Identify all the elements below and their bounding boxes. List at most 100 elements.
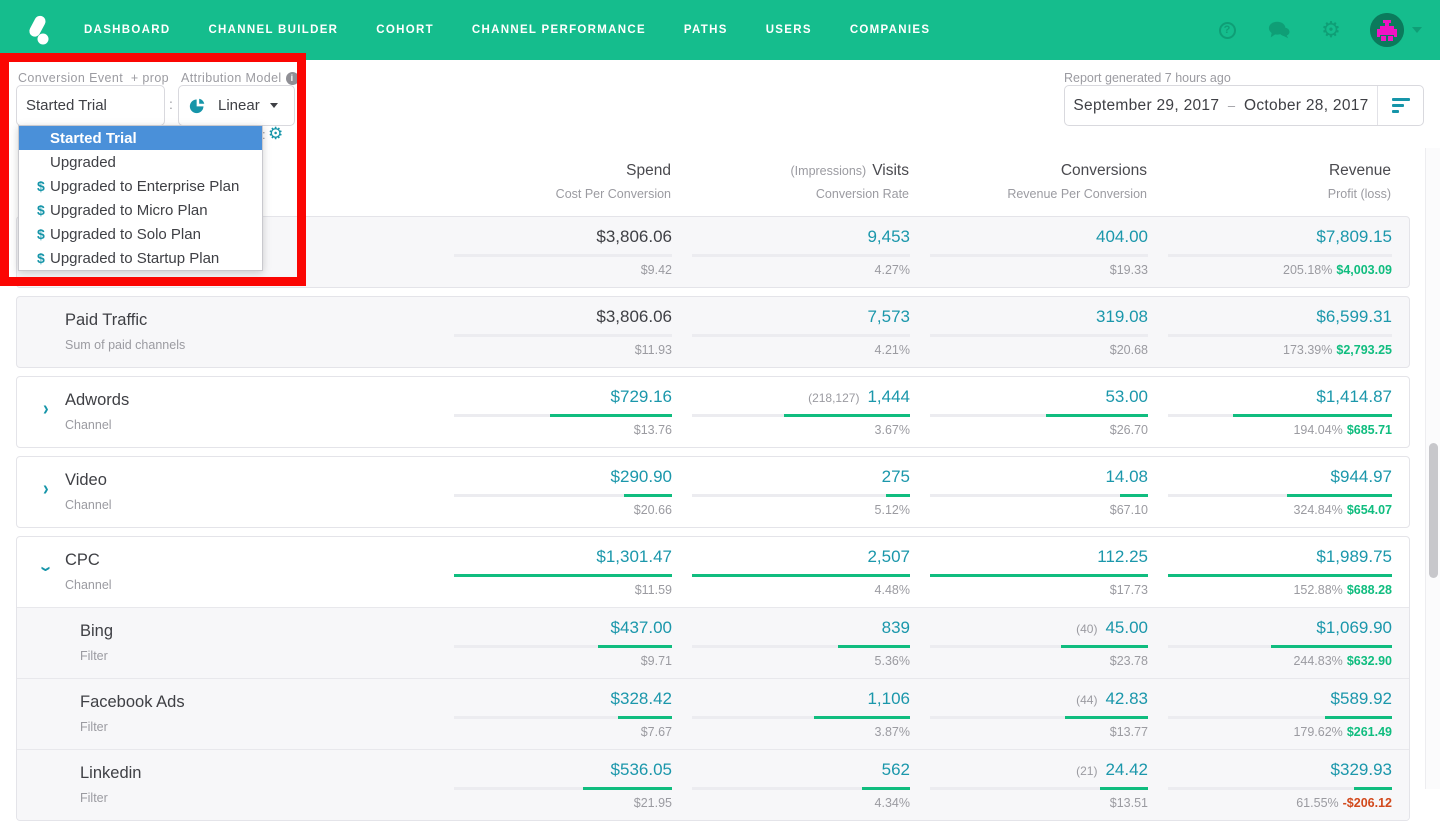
scrollbar-thumb[interactable] (1429, 443, 1438, 578)
row-subtitle: Filter (80, 791, 108, 805)
conversions-cell: (40) 45.00 $23.78 (910, 618, 1148, 668)
conversions-cell: 319.08 $20.68 (910, 307, 1148, 357)
spend-cell: $3,806.06 $9.42 (434, 227, 672, 277)
expand-chevron-right-icon[interactable]: › (43, 477, 49, 501)
table-row: › Video Channel $290.90 $20.66 275 5.12%… (17, 457, 1409, 527)
paid-traffic-card: Paid Traffic Sum of paid channels $3,806… (16, 296, 1410, 368)
date-filter-icon[interactable] (1377, 86, 1423, 125)
dollar-icon: $ (37, 202, 45, 218)
row-subtitle: Channel (65, 498, 112, 512)
spend-cell: $1,301.47 $11.59 (434, 547, 672, 597)
dropdown-item-upgraded-enterprise[interactable]: $ Upgraded to Enterprise Plan (19, 174, 262, 198)
spend-cell: $536.05 $21.95 (434, 760, 672, 810)
table-row: Bing Filter $437.00 $9.71 839 5.36% (40)… (17, 607, 1409, 678)
event-model-separator: : (169, 96, 173, 112)
conversions-cell: 14.08 $67.10 (910, 467, 1148, 517)
table-row: › Adwords Channel $729.16 $13.76 (218,12… (17, 377, 1409, 447)
spend-cell: $290.90 $20.66 (434, 467, 672, 517)
visits-cell: 1,106 3.87% (672, 689, 910, 739)
nav-item-cohort[interactable]: COHORT (376, 24, 434, 36)
spend-cell: $437.00 $9.71 (434, 618, 672, 668)
row-subtitle: Sum of paid channels (65, 338, 186, 352)
assisted-count: (21) (1076, 764, 1098, 778)
spend-cell: $729.16 $13.76 (434, 387, 672, 437)
settings-gear-icon[interactable]: ⚙ (1320, 19, 1342, 41)
date-range-text: September 29, 2017 – October 28, 2017 (1073, 96, 1369, 114)
dropdown-item-upgraded-micro[interactable]: $ Upgraded to Micro Plan (19, 198, 262, 222)
nav-right-icons: ? ⚙ (1186, 13, 1422, 47)
revenue-cell: $7,809.15 205.18% $4,003.09 (1148, 227, 1392, 277)
row-subtitle: Channel (65, 418, 112, 432)
row-subtitle: Filter (80, 649, 108, 663)
nav-item-paths[interactable]: PATHS (684, 24, 728, 36)
dropdown-item-upgraded-startup[interactable]: $ Upgraded to Startup Plan (19, 246, 262, 270)
table-row: › CPC Channel $1,301.47 $11.59 2,507 4.4… (17, 537, 1409, 607)
column-header-spend: Spend Cost Per Conversion (555, 162, 671, 201)
conversions-cell: 404.00 $19.33 (910, 227, 1148, 277)
info-icon[interactable]: i (285, 71, 299, 85)
row-settings-gear-icon[interactable]: ⚙ (268, 124, 283, 144)
visits-cell: 839 5.36% (672, 618, 910, 668)
video-card: › Video Channel $290.90 $20.66 275 5.12%… (16, 456, 1410, 528)
date-range-picker[interactable]: September 29, 2017 – October 28, 2017 (1064, 85, 1424, 126)
nav-item-dashboard[interactable]: DASHBOARD (84, 24, 170, 36)
assisted-count: (40) (1076, 622, 1098, 636)
row-title: Facebook Ads (80, 693, 185, 711)
visits-cell: (218,127) 1,444 3.67% (672, 387, 910, 437)
dropdown-item-upgraded-solo[interactable]: $ Upgraded to Solo Plan (19, 222, 262, 246)
conversion-event-label: Conversion Event + prop (18, 71, 170, 85)
revenue-cell: $6,599.31 173.39% $2,793.25 (1148, 307, 1392, 357)
attribution-logo-icon[interactable] (20, 13, 54, 47)
visits-cell: 9,453 4.27% (672, 227, 910, 277)
avatar-chevron-down-icon[interactable] (1412, 27, 1422, 33)
conversions-cell: 112.25 $17.73 (910, 547, 1148, 597)
conversions-cell: 53.00 $26.70 (910, 387, 1148, 437)
revenue-cell: $589.92 179.62% $261.49 (1148, 689, 1392, 739)
column-header-visits: (Impressions) Visits Conversion Rate (790, 162, 909, 201)
nav-item-channel-performance[interactable]: CHANNEL PERFORMANCE (472, 24, 646, 36)
chat-icon[interactable] (1268, 19, 1290, 41)
row-title: Video (65, 471, 107, 489)
dollar-icon: $ (37, 226, 45, 242)
table-row: Linkedin Filter $536.05 $21.95 562 4.34%… (17, 749, 1409, 820)
revenue-cell: $1,414.87 194.04% $685.71 (1148, 387, 1392, 437)
top-nav: DASHBOARD CHANNEL BUILDER COHORT CHANNEL… (0, 0, 1440, 60)
column-header-conversions: Conversions Revenue Per Conversion (1007, 162, 1147, 201)
nav-item-users[interactable]: USERS (766, 24, 812, 36)
row-subtitle: Filter (80, 720, 108, 734)
conversions-cell: (44) 42.83 $13.77 (910, 689, 1148, 739)
spend-cell: $3,806.06 $11.93 (434, 307, 672, 357)
row-title: Bing (80, 622, 114, 640)
assisted-count: (44) (1076, 693, 1098, 707)
dropdown-item-upgraded[interactable]: Upgraded (19, 150, 262, 174)
cpc-group-card: › CPC Channel $1,301.47 $11.59 2,507 4.4… (16, 536, 1410, 821)
row-title: Linkedin (80, 764, 142, 782)
visits-cell: 2,507 4.48% (672, 547, 910, 597)
row-title: Paid Traffic (65, 311, 148, 329)
pie-chart-icon (189, 98, 205, 114)
revenue-cell: $944.97 324.84% $654.07 (1148, 467, 1392, 517)
impressions-count: (218,127) (808, 391, 860, 405)
attribution-model-select[interactable]: Linear (178, 85, 295, 126)
collapse-chevron-down-icon[interactable]: › (34, 566, 58, 572)
dollar-icon: $ (37, 250, 45, 266)
revenue-cell: $1,069.90 244.83% $632.90 (1148, 618, 1392, 668)
dropdown-item-started-trial[interactable]: Started Trial (19, 126, 262, 150)
attribution-model-value: Linear (218, 97, 260, 114)
vertical-scrollbar (1425, 148, 1440, 789)
conversion-event-input[interactable] (16, 85, 165, 126)
expand-chevron-right-icon[interactable]: › (43, 397, 49, 421)
nav-menu: DASHBOARD CHANNEL BUILDER COHORT CHANNEL… (84, 24, 968, 36)
help-icon[interactable]: ? (1216, 19, 1238, 41)
spend-cell: $328.42 $7.67 (434, 689, 672, 739)
user-avatar[interactable] (1370, 13, 1404, 47)
nav-item-companies[interactable]: COMPANIES (850, 24, 931, 36)
add-prop-link[interactable]: + prop (131, 71, 169, 85)
attribution-model-label: Attribution Model i (181, 71, 299, 85)
report-generated-note: Report generated 7 hours ago (1064, 71, 1231, 85)
adwords-card: › Adwords Channel $729.16 $13.76 (218,12… (16, 376, 1410, 448)
visits-cell: 275 5.12% (672, 467, 910, 517)
visits-cell: 562 4.34% (672, 760, 910, 810)
row-subtitle: Channel (65, 578, 112, 592)
nav-item-channel-builder[interactable]: CHANNEL BUILDER (208, 24, 338, 36)
